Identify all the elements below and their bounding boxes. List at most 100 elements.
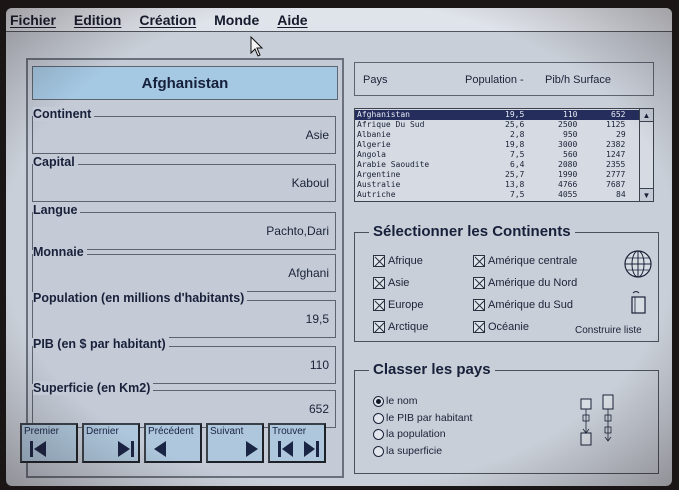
- cell-population: 13,8: [505, 180, 525, 189]
- cell-population: 7,5: [510, 190, 525, 199]
- find-icon: [278, 441, 319, 457]
- field-label: Monnaie: [33, 245, 87, 259]
- last-button[interactable]: Dernier: [82, 423, 140, 463]
- build-list-button[interactable]: Construire liste: [575, 325, 642, 336]
- cell-pib: 3000: [558, 140, 578, 149]
- list-header: Pays Population - Pib/h Surface: [354, 62, 654, 96]
- checkbox-amerique-du-sud[interactable]: Amérique du Sud: [473, 299, 573, 311]
- first-button[interactable]: Premier: [20, 423, 78, 463]
- checkbox-checked-icon[interactable]: [473, 321, 485, 333]
- globe-icon[interactable]: [623, 249, 653, 279]
- cell-pib: 4766: [558, 180, 578, 189]
- radio-selected-icon[interactable]: [373, 395, 384, 407]
- cell-country: Algerie: [357, 140, 391, 149]
- column-header-population[interactable]: Population -: [465, 74, 524, 86]
- cell-surface: 1247: [606, 150, 626, 159]
- checkbox-oceanie[interactable]: Océanie: [473, 321, 529, 333]
- field-value-capital[interactable]: Kaboul: [292, 176, 329, 190]
- checkbox-checked-icon[interactable]: [473, 299, 485, 311]
- checkbox-amerique-centrale[interactable]: Amérique centrale: [473, 255, 577, 267]
- radio-icon[interactable]: [373, 445, 384, 457]
- cell-pib: 1990: [558, 170, 578, 179]
- radio-sort-name[interactable]: le nom: [373, 395, 418, 407]
- list-item[interactable]: Algerie 19,8 3000 2382: [355, 140, 641, 150]
- cell-pib: 2080: [558, 160, 578, 169]
- find-button[interactable]: Trouver: [268, 423, 326, 463]
- sort-group: Classer les pays le nom le PIB par habit…: [354, 361, 659, 474]
- field-capital: Capital Kaboul: [32, 155, 336, 202]
- list-item[interactable]: Albanie 2,8 950 29: [355, 130, 641, 140]
- checkbox-label: Arctique: [388, 321, 429, 333]
- scroll-down-icon[interactable]: ▼: [640, 188, 653, 201]
- checkbox-afrique[interactable]: Afrique: [373, 255, 423, 267]
- country-list[interactable]: Afghanistan 19,5 110 652 Afrique Du Sud …: [354, 108, 654, 202]
- country-name: Afghanistan: [32, 66, 338, 100]
- checkbox-checked-icon[interactable]: [473, 255, 485, 267]
- column-header-pays[interactable]: Pays: [363, 74, 387, 86]
- checkbox-asie[interactable]: Asie: [373, 277, 409, 289]
- nav-label: Premier: [24, 426, 60, 437]
- radio-icon[interactable]: [373, 412, 384, 424]
- sort-title: Classer les pays: [369, 361, 495, 378]
- cell-country: Angola: [357, 150, 386, 159]
- scroll-up-icon[interactable]: ▲: [640, 109, 653, 122]
- menu-edition[interactable]: Edition: [74, 12, 121, 28]
- list-item[interactable]: Autriche 7,5 4055 84: [355, 190, 641, 200]
- radio-icon[interactable]: [373, 428, 384, 440]
- cell-surface: 29: [616, 130, 626, 139]
- mouse-pointer-icon: [250, 36, 264, 57]
- list-item[interactable]: Arabie Saoudite 6,4 2080 2355: [355, 160, 641, 170]
- sort-order-icon: [580, 394, 614, 446]
- cell-pib: 4055: [558, 190, 578, 199]
- field-label: Capital: [33, 155, 78, 169]
- app-window: Fichier Edition Création Monde Aide Afgh…: [6, 8, 672, 486]
- menu-monde[interactable]: Monde: [214, 12, 259, 28]
- field-value-langue[interactable]: Pachto,Dari: [266, 224, 329, 238]
- field-value-continent[interactable]: Asie: [306, 128, 329, 142]
- cell-population: 19,8: [505, 140, 525, 149]
- field-value-monnaie[interactable]: Afghani: [288, 266, 329, 280]
- list-item[interactable]: Australie 13,8 4766 7687: [355, 180, 641, 190]
- next-button[interactable]: Suivant: [206, 423, 264, 463]
- radio-sort-population[interactable]: la population: [373, 428, 446, 440]
- cell-surface: 2355: [606, 160, 626, 169]
- cell-population: 7,5: [510, 150, 525, 159]
- checkbox-amerique-du-nord[interactable]: Amérique du Nord: [473, 277, 577, 289]
- navigation-bar: Premier Dernier Précédent Suivant Trouve…: [20, 423, 342, 467]
- list-item[interactable]: Argentine 25,7 1990 2777: [355, 170, 641, 180]
- checkbox-checked-icon[interactable]: [473, 277, 485, 289]
- field-value-population[interactable]: 19,5: [306, 312, 329, 326]
- list-document-icon[interactable]: [630, 289, 648, 315]
- checkbox-label: Asie: [388, 277, 410, 289]
- list-item[interactable]: Angola 7,5 560 1247: [355, 150, 641, 160]
- field-population: Population (en millions d'habitants) 19,…: [32, 291, 336, 338]
- field-value-pib[interactable]: 110: [310, 358, 329, 372]
- nav-label: Suivant: [210, 426, 244, 437]
- checkbox-checked-icon[interactable]: [373, 299, 385, 311]
- previous-button[interactable]: Précédent: [144, 423, 202, 463]
- menu-creation[interactable]: Création: [139, 12, 196, 28]
- checkbox-europe[interactable]: Europe: [373, 299, 423, 311]
- checkbox-checked-icon[interactable]: [373, 277, 385, 289]
- field-value-superficie[interactable]: 652: [309, 402, 329, 416]
- checkbox-label: Amérique du Sud: [488, 299, 573, 311]
- cell-surface: 84: [616, 190, 626, 199]
- cell-surface: 2777: [606, 170, 626, 179]
- checkbox-label: Amérique du Nord: [488, 277, 578, 289]
- menu-fichier[interactable]: Fichier: [10, 12, 56, 28]
- column-header-pib-surface[interactable]: Pib/h Surface: [545, 74, 611, 86]
- cell-pib: 950: [563, 130, 578, 139]
- list-item[interactable]: Afghanistan 19,5 110 652: [355, 110, 641, 120]
- list-item[interactable]: Afrique Du Sud 25,6 2500 1125: [355, 120, 641, 130]
- cell-country: Argentine: [357, 170, 401, 179]
- field-pib: PIB (en $ par habitant) 110: [32, 337, 336, 384]
- country-detail-panel: Afghanistan Continent Asie Capital Kabou…: [26, 58, 344, 478]
- radio-sort-superficie[interactable]: la superficie: [373, 445, 442, 457]
- radio-sort-pib[interactable]: le PIB par habitant: [373, 412, 472, 424]
- checkbox-arctique[interactable]: Arctique: [373, 321, 428, 333]
- menu-aide[interactable]: Aide: [277, 12, 307, 28]
- cell-population: 6,4: [510, 160, 525, 169]
- checkbox-checked-icon[interactable]: [373, 255, 385, 267]
- checkbox-checked-icon[interactable]: [373, 321, 385, 333]
- list-scrollbar[interactable]: ▲ ▼: [639, 109, 653, 201]
